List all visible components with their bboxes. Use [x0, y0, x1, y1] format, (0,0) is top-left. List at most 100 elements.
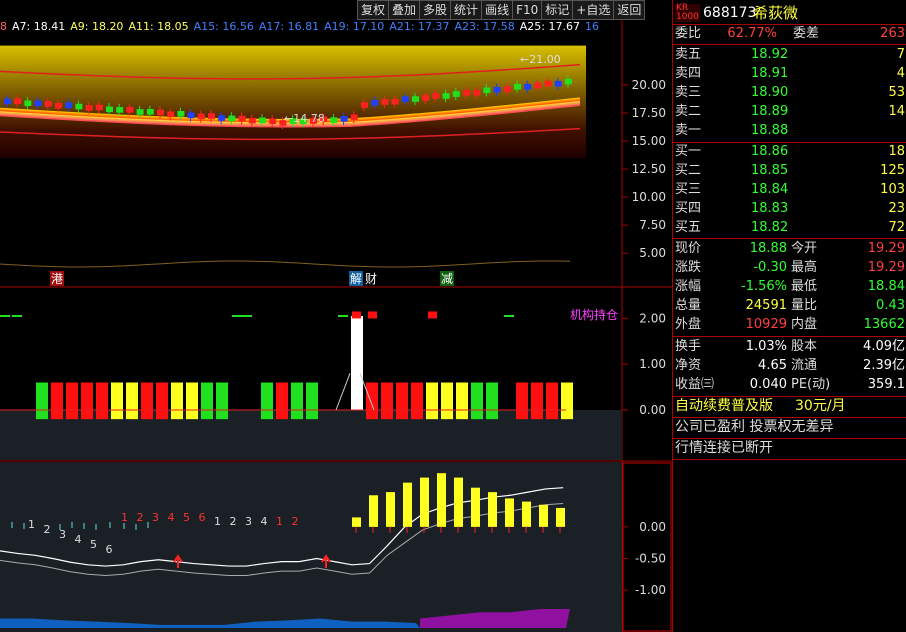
candle-body [14, 98, 22, 104]
candle-body [442, 93, 450, 99]
candle-body [44, 100, 52, 107]
stats-row[interactable]: 外盘 10929 内盘 13662 [673, 316, 906, 334]
y-tick-label: 2.00 [639, 311, 666, 325]
chart-area[interactable]: ←14.78←21.0020.0017.5015.0012.5010.007.5… [0, 0, 672, 632]
toolbar: 复权 叠加 多股 统计 画线 F10 标记 +自选 返回 [357, 0, 646, 20]
candle-body [381, 99, 389, 105]
y-tick-label: -0.50 [635, 551, 666, 565]
ask-level[interactable]: 卖三 18.90 53 [673, 84, 906, 102]
ask-price: 18.90 [751, 85, 789, 100]
stats-row[interactable]: 现价 18.88 今开 19.29 [673, 240, 906, 258]
finance-row[interactable]: 净资 4.65 流通 2.39亿 [673, 357, 906, 375]
ma-legend-item: A19: 17.10 [324, 20, 385, 33]
finance-value: 1.03% [745, 339, 787, 354]
ask-label: 卖四 [675, 66, 702, 81]
promo-text[interactable]: 自动续费普及版 [675, 397, 773, 415]
notice-row: 公司已盈利 投票权无差异 [673, 418, 906, 438]
osc-bar [505, 498, 514, 527]
ma-legend-item: A21: 17.37 [389, 20, 450, 33]
count-label: 2 [230, 515, 237, 528]
count-label: 1 [214, 515, 221, 528]
ask-level[interactable]: 卖四 18.91 4 [673, 65, 906, 83]
toolbar-button-3[interactable]: 统计 [450, 0, 483, 20]
toolbar-button-2[interactable]: 多股 [419, 0, 452, 20]
ma-legend-item: A7: 18.41 [12, 20, 66, 33]
toolbar-button-8[interactable]: 返回 [613, 0, 646, 20]
ask-level[interactable]: 卖五 18.92 7 [673, 46, 906, 64]
bid-level[interactable]: 买二 18.85 125 [673, 162, 906, 180]
candle-body [24, 100, 32, 107]
holding-bar [306, 382, 318, 420]
holding-bar [36, 382, 48, 420]
bid-label: 买三 [675, 182, 702, 197]
stats-row[interactable]: 总量 24591 量比 0.43 [673, 297, 906, 315]
candle-body [259, 117, 266, 124]
stat-label: 内盘 [791, 317, 818, 332]
candle-body [422, 95, 430, 101]
price-band [0, 45, 586, 158]
holding-bar [471, 382, 483, 420]
toolbar-button-6[interactable]: 标记 [541, 0, 574, 20]
finance-row[interactable]: 收益㈢ 0.040 PE(动) 359.1 [673, 376, 906, 394]
y-tick-label: 15.00 [632, 134, 666, 148]
toolbar-button-0[interactable]: 复权 [357, 0, 390, 20]
stat-value: 18.88 [749, 241, 787, 256]
holding-bar [126, 382, 138, 420]
count-label: 1 [28, 518, 35, 531]
toolbar-button-7[interactable]: +自选 [572, 0, 615, 20]
holding-bar [396, 382, 408, 420]
ask-label: 卖二 [675, 104, 702, 119]
stats-row[interactable]: 涨幅 -1.56% 最低 18.84 [673, 278, 906, 296]
holding-bar [531, 382, 543, 420]
y-tick-label: 10.00 [632, 190, 666, 204]
holding-bar [381, 382, 393, 420]
candle-body [534, 82, 542, 89]
holding-bar [66, 382, 78, 420]
bid-level[interactable]: 买一 18.86 18 [673, 143, 906, 161]
finance-row[interactable]: 换手 1.03% 股本 4.09亿 [673, 338, 906, 356]
count-label: 5 [183, 511, 190, 524]
candle-body [524, 84, 532, 90]
bid-level[interactable]: 买四 18.83 23 [673, 200, 906, 218]
promo-price[interactable]: 30元/月 [795, 397, 846, 415]
holding-bar [516, 382, 528, 420]
stat-label: 涨跌 [675, 260, 702, 275]
finance-label: 收益㈢ [675, 377, 715, 392]
osc-bar [488, 492, 497, 527]
event-label: 财 [365, 272, 377, 286]
count-label: 4 [168, 511, 175, 524]
ask-price: 18.92 [751, 47, 789, 62]
bid-level[interactable]: 买五 18.82 72 [673, 219, 906, 237]
candle-body [238, 115, 246, 122]
holding-bar [441, 382, 453, 420]
candle-body [330, 117, 338, 123]
osc-bar [556, 507, 565, 527]
toolbar-button-5[interactable]: F10 [512, 0, 543, 20]
count-label: 1 [276, 515, 283, 528]
candle-body [452, 91, 460, 97]
candle-body [412, 96, 419, 102]
count-label: 3 [245, 515, 252, 528]
high-annotation: ←21.00 [520, 53, 561, 66]
candle-body [544, 80, 552, 87]
toolbar-button-4[interactable]: 画线 [481, 0, 514, 20]
ask-level[interactable]: 卖二 18.89 14 [673, 103, 906, 121]
stat-value: 19.29 [867, 260, 905, 275]
promo-row[interactable]: 自动续费普及版 30元/月 [673, 397, 906, 417]
osc-bar [539, 504, 548, 527]
finance-label: 换手 [675, 339, 702, 354]
stock-name[interactable]: 希荻微 [753, 4, 798, 22]
bid-level[interactable]: 买三 18.84 103 [673, 181, 906, 199]
ask-level[interactable]: 卖一 18.88 [673, 122, 906, 140]
osc-bar [471, 487, 480, 527]
count-label: 3 [152, 511, 159, 524]
bid-price: 18.84 [751, 182, 789, 197]
stat-label: 量比 [791, 298, 818, 313]
ask-label: 卖三 [675, 85, 702, 100]
candle-body [391, 98, 399, 105]
ma-legend-item: A25: 17.67 [519, 20, 580, 33]
candle-body [361, 102, 368, 108]
holding-bar [366, 382, 378, 420]
toolbar-button-1[interactable]: 叠加 [388, 0, 421, 20]
stats-row[interactable]: 涨跌 -0.30 最高 19.29 [673, 259, 906, 277]
